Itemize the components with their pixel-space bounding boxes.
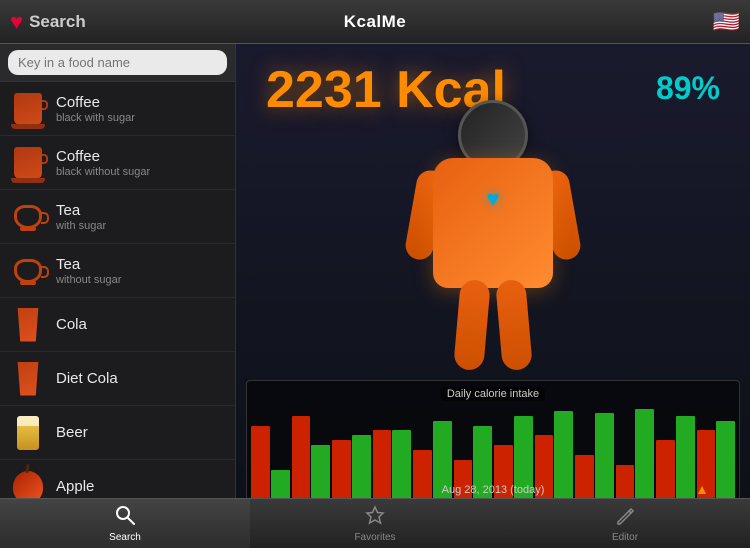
bar-group — [373, 401, 412, 498]
tab-editor[interactable]: Editor — [500, 499, 750, 548]
list-item[interactable]: Tea without sugar — [0, 244, 235, 298]
bar-group — [332, 401, 371, 498]
tab-bar: Search Favorites Editor — [0, 498, 750, 548]
food-desc: black with sugar — [56, 112, 135, 124]
chart-area: Daily calorie intake — [246, 380, 740, 498]
list-item[interactable]: Apple — [0, 460, 235, 498]
bar-group — [616, 401, 655, 498]
bar-green — [676, 416, 695, 498]
tab-editor-label: Editor — [612, 532, 638, 543]
right-main: 2231 Kcal 89% ♥ Daily calorie int — [236, 44, 750, 498]
food-item-text: Tea without sugar — [56, 256, 121, 286]
top-bar-right: 🇺🇸 — [504, 9, 740, 35]
bar-group — [575, 401, 614, 498]
food-icon-coffee — [10, 91, 46, 127]
food-desc: with sugar — [56, 220, 106, 232]
list-item[interactable]: Beer — [0, 406, 235, 460]
food-icon-tea2 — [10, 253, 46, 289]
search-box[interactable] — [0, 44, 235, 82]
food-icon-coffee2 — [10, 145, 46, 181]
figure-area: ♥ — [236, 100, 750, 380]
search-title: Search — [29, 12, 86, 32]
tab-favorites-label: Favorites — [354, 532, 395, 543]
bar-red — [292, 416, 311, 498]
pencil-tab-icon — [615, 505, 635, 530]
food-item-text: Apple — [56, 478, 94, 496]
list-item[interactable]: Coffee black with sugar — [0, 82, 235, 136]
food-name: Coffee — [56, 94, 135, 111]
food-item-text: Coffee black without sugar — [56, 148, 150, 178]
tab-search[interactable]: Search — [0, 499, 250, 548]
search-input[interactable] — [8, 50, 227, 75]
chart-arrow-icon: ▲ — [695, 481, 709, 497]
bar-group — [656, 401, 695, 498]
bar-red — [413, 450, 432, 498]
bar-green — [311, 445, 330, 498]
chart-label: Daily calorie intake — [441, 387, 545, 401]
bar-green — [716, 421, 735, 498]
figure-leg-right — [495, 279, 533, 371]
food-name: Tea — [56, 202, 106, 219]
food-icon-beer — [10, 415, 46, 451]
food-item-text: Beer — [56, 424, 88, 442]
figure-leg-left — [453, 279, 491, 371]
star-tab-icon — [365, 505, 385, 530]
figure-body: ♥ — [433, 158, 553, 288]
top-bar-left: ♥ Search — [10, 9, 246, 35]
chart-date: Aug 28, 2013 (today) — [442, 484, 545, 496]
food-icon-dietcola — [10, 361, 46, 397]
bar-green — [271, 470, 290, 498]
food-icon-apple — [10, 469, 46, 499]
stick-figure: ♥ — [403, 100, 583, 380]
food-name: Beer — [56, 424, 88, 441]
food-name: Diet Cola — [56, 370, 118, 387]
bar-group — [251, 401, 290, 498]
bar-green — [392, 430, 411, 498]
bar-group — [292, 401, 331, 498]
list-item[interactable]: Coffee black without sugar — [0, 136, 235, 190]
bar-green — [554, 411, 573, 498]
food-item-text: Tea with sugar — [56, 202, 106, 232]
app-title: KcalMe — [246, 12, 504, 32]
food-icon-cola — [10, 307, 46, 343]
bar-red — [332, 440, 351, 498]
bar-green — [352, 435, 371, 498]
heart-icon: ♥ — [10, 9, 23, 35]
top-bar: ♥ Search KcalMe 🇺🇸 — [0, 0, 750, 44]
bar-red — [656, 440, 675, 498]
sidebar: Coffee black with sugar Coffee black wit… — [0, 44, 236, 498]
search-tab-icon — [115, 505, 135, 530]
food-icon-tea — [10, 199, 46, 235]
list-item[interactable]: Diet Cola — [0, 352, 235, 406]
bar-red — [251, 426, 270, 499]
tab-favorites[interactable]: Favorites — [250, 499, 500, 548]
food-name: Coffee — [56, 148, 150, 165]
heart-on-figure: ♥ — [486, 186, 499, 212]
tab-search-label: Search — [109, 532, 141, 543]
food-item-text: Diet Cola — [56, 370, 118, 388]
main-content: Coffee black with sugar Coffee black wit… — [0, 44, 750, 498]
food-item-text: Coffee black with sugar — [56, 94, 135, 124]
bar-red — [616, 465, 635, 498]
flag-icon: 🇺🇸 — [713, 9, 740, 35]
food-name: Tea — [56, 256, 121, 273]
food-desc: without sugar — [56, 274, 121, 286]
food-list: Coffee black with sugar Coffee black wit… — [0, 82, 235, 498]
food-desc: black without sugar — [56, 166, 150, 178]
bar-red — [373, 430, 392, 498]
list-item[interactable]: Cola — [0, 298, 235, 352]
list-item[interactable]: Tea with sugar — [0, 190, 235, 244]
bar-red — [575, 455, 594, 498]
food-item-text: Cola — [56, 316, 87, 334]
bar-green — [635, 409, 654, 498]
food-name: Cola — [56, 316, 87, 333]
bar-green — [595, 413, 614, 498]
food-name: Apple — [56, 478, 94, 495]
